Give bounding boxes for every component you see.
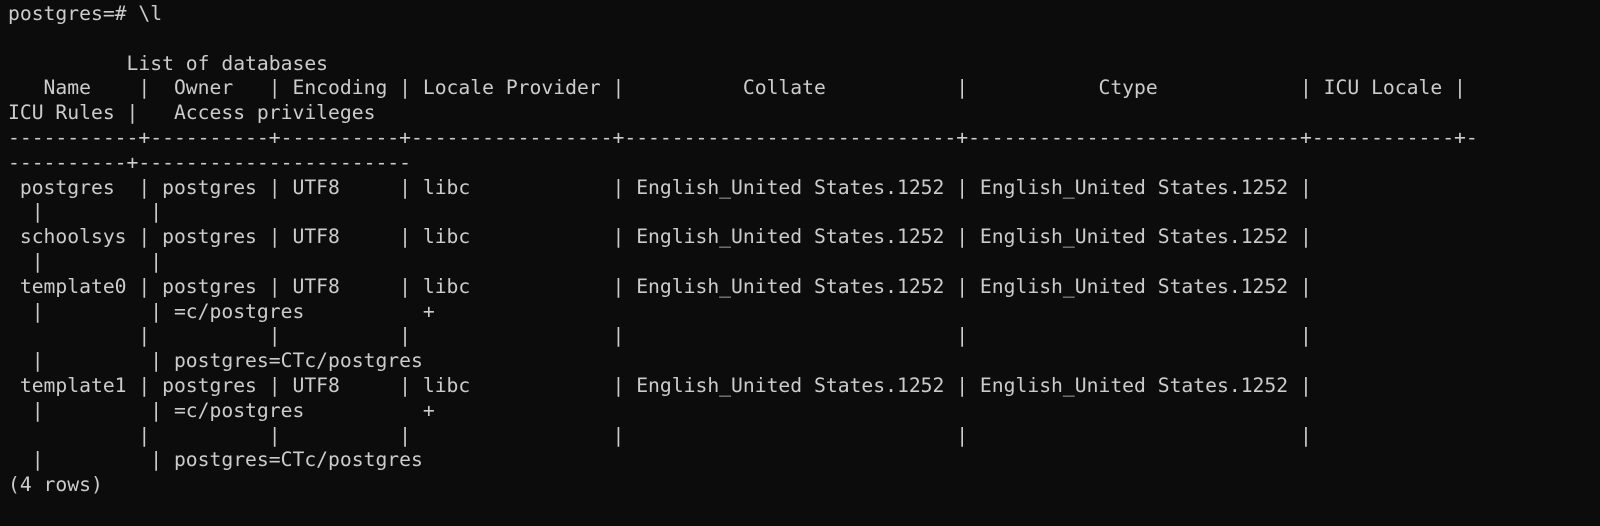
table-row-continuation: | | | | | | — [8, 324, 1312, 348]
table-header-line-2: ICU Rules | Access privileges — [8, 101, 376, 125]
table-row-continuation: | | | | | | — [8, 423, 1312, 447]
table-row-wrap: | | — [8, 200, 163, 224]
table-title: List of databases — [8, 51, 329, 75]
terminal-window[interactable]: . postgres=# \l List of databases Name |… — [0, 0, 1600, 526]
row-count: (4 rows) — [8, 473, 103, 497]
table-row: postgres | postgres | UTF8 | libc | Engl… — [8, 175, 1312, 199]
prompt-line: postgres=# \l — [8, 2, 163, 25]
table-row-wrap: | | postgres=CTc/postgres — [8, 448, 423, 472]
scrollback-clip: . — [8, 0, 1600, 2]
table-row: template1 | postgres | UTF8 | libc | Eng… — [8, 373, 1312, 397]
table-row-wrap: | | — [8, 249, 163, 273]
table-row: template0 | postgres | UTF8 | libc | Eng… — [8, 274, 1312, 298]
table-row-wrap: | | postgres=CTc/postgres — [8, 349, 423, 373]
table-header-line-1: Name | Owner | Encoding | Locale Provide… — [8, 76, 1466, 100]
table-separator-2: ----------+----------------------- — [8, 150, 411, 174]
table-separator-1: -----------+----------+----------+------… — [8, 125, 1478, 149]
table-row-wrap: | | =c/postgres + — [8, 299, 435, 323]
table-row-wrap: | | =c/postgres + — [8, 398, 435, 422]
scrollback-fragment: . — [8, 0, 364, 2]
table-row: schoolsys | postgres | UTF8 | libc | Eng… — [8, 225, 1312, 249]
